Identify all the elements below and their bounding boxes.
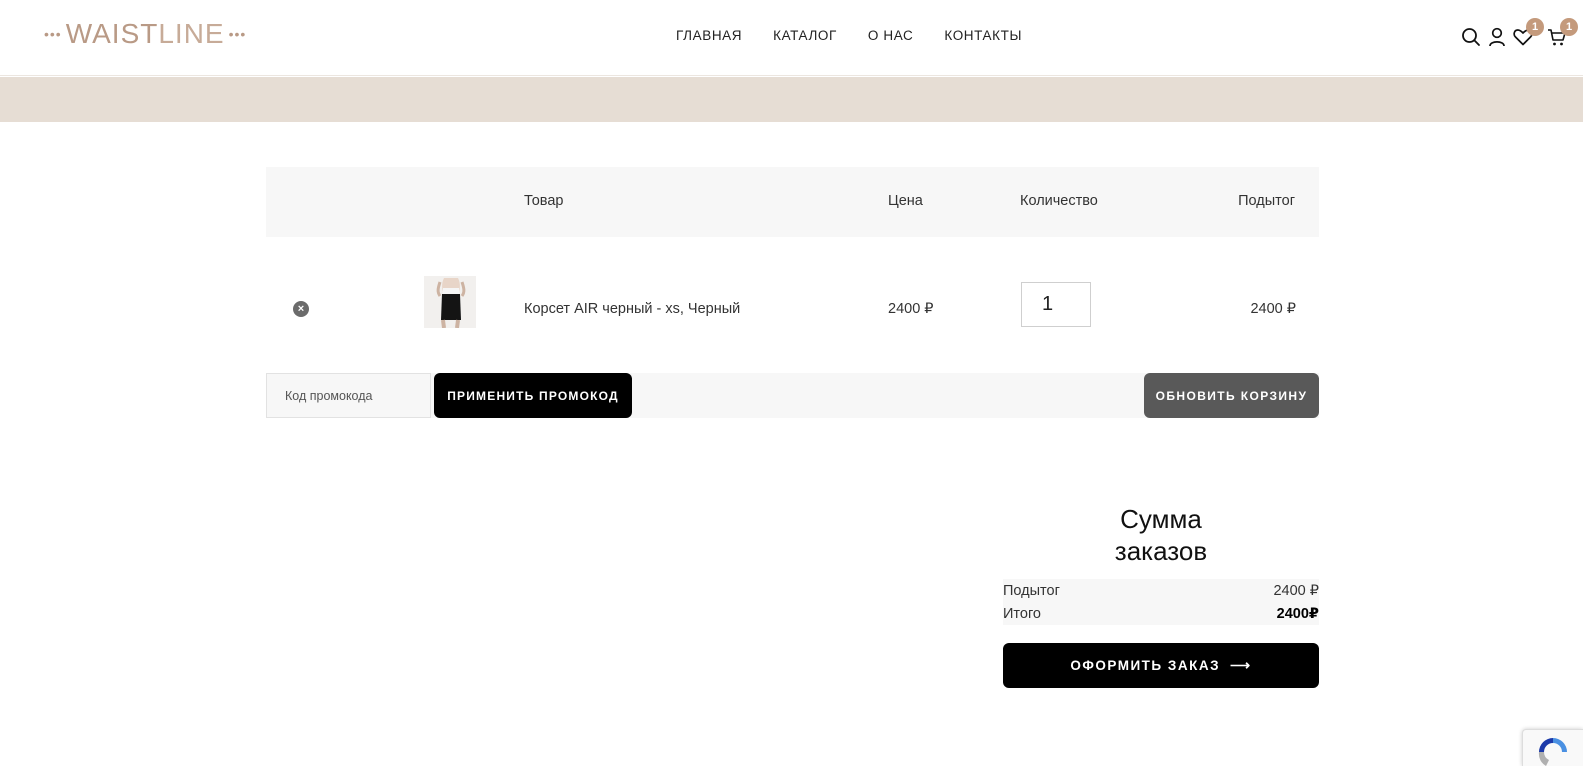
product-price: 2400 ₽ <box>888 301 934 317</box>
totals-subtotal-label: Подытог <box>1003 582 1060 599</box>
logo-text-light: LINE <box>158 18 225 49</box>
main-nav: ГЛАВНАЯ КАТАЛОГ О НАС КОНТАКТЫ <box>676 28 1053 43</box>
totals-subtotal-value: 2400 ₽ <box>1273 582 1319 599</box>
apply-promo-button[interactable]: ПРИМЕНИТЬ ПРОМОКОД <box>434 373 632 418</box>
site-logo[interactable]: ••• WAISTLINE ••• <box>44 18 246 50</box>
totals-table: Подытог 2400 ₽ Итого 2400₽ <box>1003 579 1319 625</box>
logo-dots-left: ••• <box>44 26 62 42</box>
cart-actions: ПРИМЕНИТЬ ПРОМОКОД ОБНОВИТЬ КОРЗИНУ <box>266 373 1319 418</box>
recaptcha-badge[interactable] <box>1522 729 1583 766</box>
update-cart-button[interactable]: ОБНОВИТЬ КОРЗИНУ <box>1144 373 1319 418</box>
totals-row-subtotal: Подытог 2400 ₽ <box>1003 579 1319 602</box>
header-icons: 1 1 <box>1460 18 1578 48</box>
totals-title: Сумма заказов <box>1003 503 1319 567</box>
nav-link-catalog[interactable]: КАТАЛОГ <box>773 28 837 43</box>
page-title-band <box>0 77 1583 122</box>
logo-text-strong: WAIST <box>65 18 159 49</box>
recaptcha-icon <box>1538 738 1567 766</box>
logo-dots-right: ••• <box>228 26 247 42</box>
column-header-quantity: Количество <box>1020 193 1098 209</box>
totals-total-value: 2400₽ <box>1276 605 1319 622</box>
totals-row-total: Итого 2400₽ <box>1003 602 1319 625</box>
product-subtotal: 2400 ₽ <box>1250 301 1296 317</box>
search-icon[interactable] <box>1460 26 1482 48</box>
cart-totals: Сумма заказов Подытог 2400 ₽ Итого 2400₽… <box>1003 503 1319 688</box>
nav-link-home[interactable]: ГЛАВНАЯ <box>676 28 742 43</box>
cart-table: Товар Цена Количество Подытог × Корсет A… <box>266 167 1319 373</box>
quantity-input[interactable] <box>1021 282 1091 327</box>
column-header-price: Цена <box>888 193 923 209</box>
nav-link-contacts[interactable]: КОНТАКТЫ <box>944 28 1022 43</box>
cart-count-badge: 1 <box>1560 18 1578 36</box>
remove-item-icon[interactable]: × <box>293 301 309 317</box>
site-header: ••• WAISTLINE ••• ГЛАВНАЯ КАТАЛОГ О НАС … <box>0 0 1583 76</box>
user-icon[interactable] <box>1486 26 1508 48</box>
checkout-button[interactable]: ОФОРМИТЬ ЗАКАЗ ⟶ <box>1003 643 1319 688</box>
wishlist-count-badge: 1 <box>1526 18 1544 36</box>
totals-total-label: Итого <box>1003 605 1041 622</box>
promo-code-input[interactable] <box>266 373 431 418</box>
totals-title-line2: заказов <box>1114 536 1208 566</box>
arrow-right-icon: ⟶ <box>1230 657 1252 673</box>
column-header-subtotal: Подытог <box>1238 193 1295 209</box>
checkout-button-label: ОФОРМИТЬ ЗАКАЗ <box>1070 658 1221 673</box>
product-thumbnail[interactable] <box>424 276 476 328</box>
product-name-link[interactable]: Корсет AIR черный - xs, Черный <box>524 301 740 317</box>
logo-wordmark: WAISTLINE <box>66 18 225 50</box>
nav-link-about[interactable]: О НАС <box>868 28 913 43</box>
column-header-product: Товар <box>524 193 564 209</box>
totals-title-line1: Сумма <box>1120 504 1202 534</box>
cart-icon[interactable]: 1 <box>1546 18 1578 48</box>
cart-table-header: Товар Цена Количество Подытог <box>266 167 1319 237</box>
table-row: × Корсет AIR черный - xs, Черный 2400 ₽ … <box>266 237 1319 373</box>
heart-icon[interactable]: 1 <box>1512 18 1544 48</box>
